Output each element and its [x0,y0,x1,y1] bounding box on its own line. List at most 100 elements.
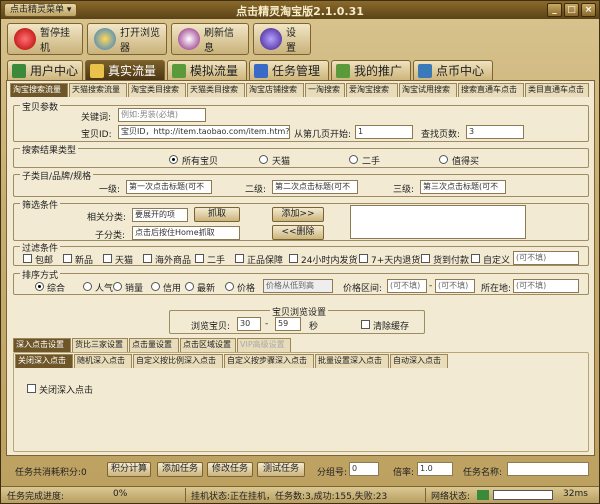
chk-tmall[interactable] [103,254,112,263]
tab-deep-click[interactable]: 深入点击设置 [13,338,71,352]
tab-click-area[interactable]: 点击区域设置 [180,338,236,352]
chk-7day[interactable] [359,254,368,263]
start-page-input[interactable]: 1 [355,125,413,139]
add-task-button[interactable]: 添加任务 [157,462,203,477]
item-id-input[interactable]: 宝贝ID，http://item.taobao.com/item.htm?id=… [118,125,290,139]
radio-worth-buying-label: 值得买 [452,157,480,167]
status-separator [185,488,186,502]
sub-category-input[interactable]: 点击后按住Home抓取 [132,226,240,240]
points-calc-button[interactable]: 积分计算 [107,462,151,477]
filter-list-box[interactable] [350,205,526,239]
task-name-input[interactable] [507,462,589,476]
radio-all-items[interactable] [169,155,178,164]
fetch-button[interactable]: 抓取 [194,207,240,222]
radio-sort-general[interactable] [35,282,44,291]
refresh-button[interactable]: 刷新信息 [171,23,249,55]
network-bar [493,490,553,500]
chk-used[interactable] [195,254,204,263]
tab-click-volume[interactable]: 点击量设置 [129,338,179,352]
subtab-ratio-deep[interactable]: 自定义按比例深入点击 [133,354,223,368]
traffic-icon [90,63,104,78]
browse-from-input[interactable]: 30 [237,317,261,331]
tab-task-manage-label: 任务管理 [272,64,321,78]
tab-my-promotion[interactable]: 我的推广 [331,60,411,80]
chk-overseas[interactable] [143,254,152,263]
tab-simulated-traffic[interactable]: 模拟流量 [167,60,247,80]
level3-input[interactable]: 第三次点击标题(可不 [420,180,506,194]
subtab-tmall-search[interactable]: 天猫搜索流量 [69,83,127,97]
subtab-yitao-search[interactable]: 一淘搜索 [305,83,345,97]
radio-tmall[interactable] [259,155,268,164]
radio-sort-credit[interactable] [151,282,160,291]
tab-coin-center[interactable]: 点币中心 [413,60,493,80]
find-pages-input[interactable]: 3 [466,125,524,139]
subtab-close-deep[interactable]: 关闭深入点击 [15,354,73,368]
chk-24h[interactable] [289,254,298,263]
subtab-aitaobao-search[interactable]: 爱淘宝搜索 [346,83,398,97]
price-from-input[interactable]: (可不填) [387,279,427,293]
radio-sort-sales[interactable] [113,282,122,291]
location-input[interactable]: (可不填) [513,279,579,293]
chk-cod[interactable] [421,254,430,263]
chk-used-label: 二手 [207,256,226,266]
subtab-category-express[interactable]: 类目直通车点击 [525,83,589,97]
chk-genuine[interactable] [235,254,244,263]
level1-input[interactable]: 第一次点击标题(可不 [126,180,212,194]
radio-sort-newest[interactable] [185,282,194,291]
subtab-search-express[interactable]: 搜索直通车点击 [458,83,524,97]
add-filter-button[interactable]: 添加>> [272,207,324,222]
close-button[interactable]: × [581,3,596,17]
maximize-button[interactable]: □ [564,3,579,17]
tab-compare-three[interactable]: 货比三家设置 [72,338,128,352]
subtab-taobao-category[interactable]: 淘宝类目搜索 [128,83,186,97]
chk-close-deep[interactable] [27,384,36,393]
chk-free-shipping[interactable] [23,254,32,263]
subtab-tmall-category[interactable]: 天猫类目搜索 [187,83,245,97]
keyword-input[interactable]: 例如:男装(必填) [118,108,206,122]
tab-vip-settings[interactable]: VIP高级设置 [237,338,291,352]
subtab-auto-deep[interactable]: 自动深入点击 [390,354,448,368]
title-bar: 点击精灵菜单 ▾ 点击精灵淘宝版2.1.0.31 _ □ × [1,1,599,19]
subtab-trial-search[interactable]: 淘宝试用搜索 [399,83,457,97]
chk-close-deep-label: 关闭深入点击 [39,386,94,396]
subtab-shop-search[interactable]: 淘宝店铺搜索 [246,83,304,97]
chk-clear-cache[interactable] [361,320,370,329]
related-category-input[interactable]: 要展开的项 [132,208,188,222]
tab-real-traffic[interactable]: 真实流量 [85,60,165,80]
open-browser-button[interactable]: 打开浏览器 [87,23,167,55]
group-no-input[interactable]: 0 [349,462,379,476]
chk-24h-label: 24小时内发货 [301,256,358,266]
custom-filter-input[interactable]: (可不填) [513,251,579,265]
subtab-batch-deep[interactable]: 批量设置深入点击 [315,354,389,368]
chk-custom-label: 自定义 [483,256,511,266]
minimize-button[interactable]: _ [547,3,562,17]
price-order-select[interactable]: 价格从低到高 [263,279,333,293]
category-title: 子类目/品牌/规格 [20,169,94,182]
radio-secondhand[interactable] [349,155,358,164]
pause-button[interactable]: 暂停挂机 [7,23,83,55]
radio-worth-buying[interactable] [439,155,448,164]
sub-category-label: 子分类: [95,231,126,241]
level2-input[interactable]: 第二次点击标题(可不 [272,180,358,194]
pause-label: 暂停挂机 [40,28,70,54]
price-to-input[interactable]: (可不填) [435,279,475,293]
settings-button[interactable]: 设置 [253,23,311,55]
browse-to-input[interactable]: 59 [275,317,301,331]
delete-filter-button[interactable]: <<删除 [272,225,324,240]
radio-sort-price[interactable] [225,282,234,291]
subtab-step-deep[interactable]: 自定义按步骤深入点击 [224,354,314,368]
task-icon [254,63,268,78]
edit-task-button[interactable]: 修改任务 [207,462,253,477]
subtab-taobao-search[interactable]: 淘宝搜索流量 [10,83,68,97]
tab-user-center[interactable]: 用户中心 [7,60,83,80]
chk-custom[interactable] [471,254,480,263]
subtab-random-deep[interactable]: 随机深入点击 [74,354,132,368]
coin-icon [418,63,432,78]
test-task-button[interactable]: 测试任务 [257,462,305,477]
chk-new[interactable] [63,254,72,263]
network-signal-icon [477,490,489,500]
rate-select[interactable]: 1.0 [417,462,453,476]
radio-sort-popular[interactable] [83,282,92,291]
tab-task-manage[interactable]: 任务管理 [249,60,329,80]
status-separator [425,488,426,502]
